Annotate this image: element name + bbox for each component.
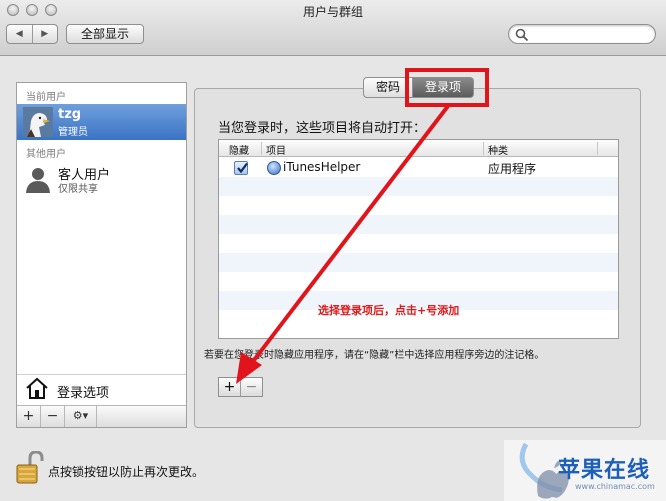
annotation-arrow-icon [236,104,450,384]
preferences-window: 用户与群组 ◀ ▶ 全部显示 当前用户 tzg 管理员 其他用户 客人用户 仅限… [0,0,666,501]
watermark-brand: 苹果在线 [558,458,651,483]
watermark-url: www.chinamac.com [575,482,655,491]
annotation-text: 选择登录项后，点击+号添加 [318,304,460,317]
